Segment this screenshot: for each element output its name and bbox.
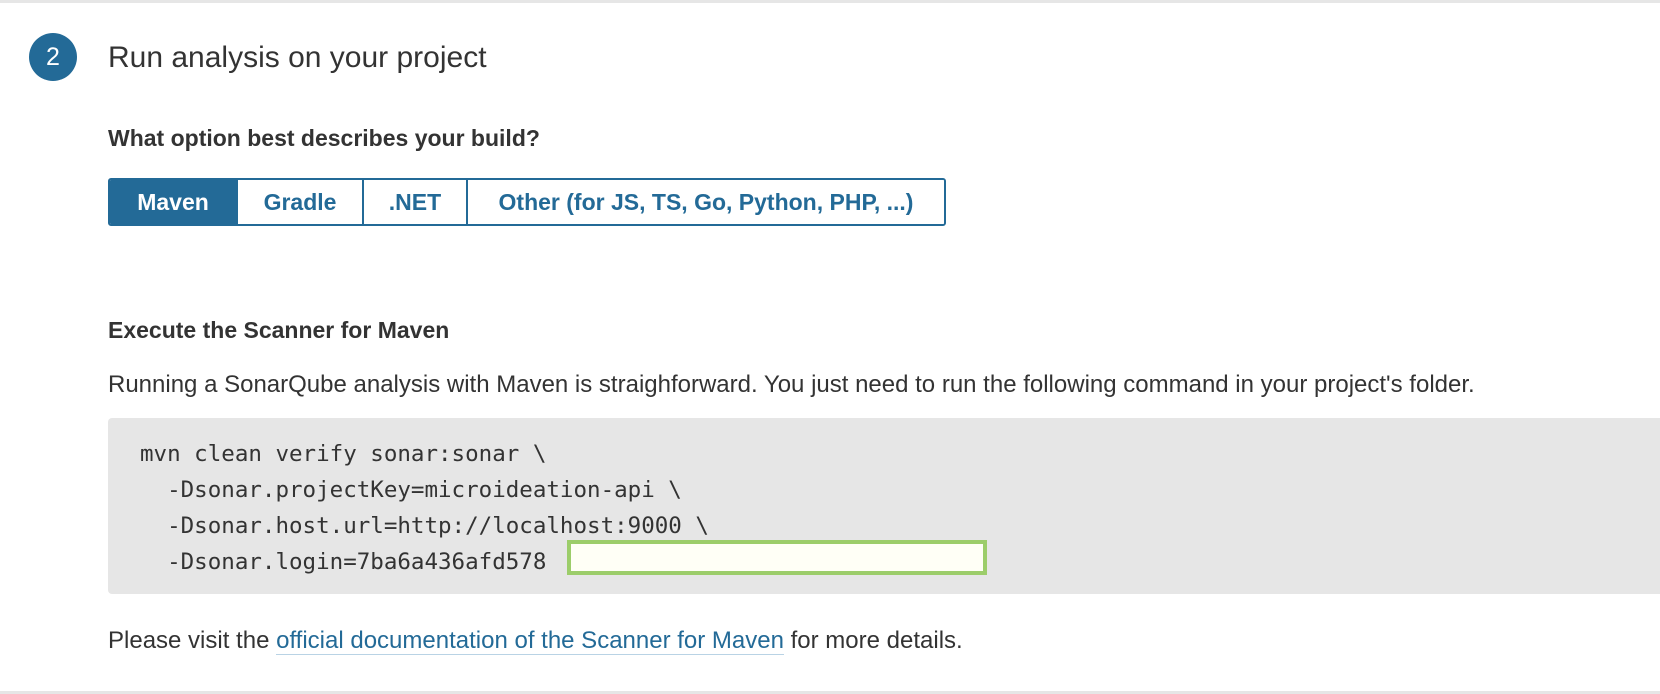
scanner-documentation-link[interactable]: official documentation of the Scanner fo…: [276, 627, 784, 655]
footer-suffix: for more details.: [783, 627, 963, 654]
command-line-1: mvn clean verify sonar:sonar \: [140, 441, 547, 467]
build-option-maven-button[interactable]: Maven: [110, 180, 236, 224]
command-line-3: -Dsonar.host.url=http://localhost:9000 \: [140, 513, 709, 539]
footer-prefix: Please visit the: [108, 627, 277, 654]
tutorial-step-panel: 2 Run analysis on your project What opti…: [0, 0, 1660, 694]
step-number-badge: 2: [29, 33, 77, 81]
scanner-description: Running a SonarQube analysis with Maven …: [108, 371, 1475, 398]
step-title: Run analysis on your project: [108, 41, 487, 74]
build-option-gradle-button[interactable]: Gradle: [236, 180, 362, 224]
build-option-other-button[interactable]: Other (for JS, TS, Go, Python, PHP, ...): [466, 180, 944, 224]
token-redaction-box: [567, 540, 987, 575]
footer-note: Please visit the official documentation …: [108, 625, 963, 657]
command-code-block[interactable]: mvn clean verify sonar:sonar \ -Dsonar.p…: [108, 418, 1660, 594]
scanner-heading: Execute the Scanner for Maven: [108, 317, 450, 343]
top-divider: [0, 0, 1660, 3]
command-line-2: -Dsonar.projectKey=microideation-api \: [140, 477, 682, 503]
build-question-label: What option best describes your build?: [108, 125, 540, 151]
build-option-toggle-group: Maven Gradle .NET Other (for JS, TS, Go,…: [108, 178, 946, 226]
build-option-dotnet-button[interactable]: .NET: [362, 180, 466, 224]
